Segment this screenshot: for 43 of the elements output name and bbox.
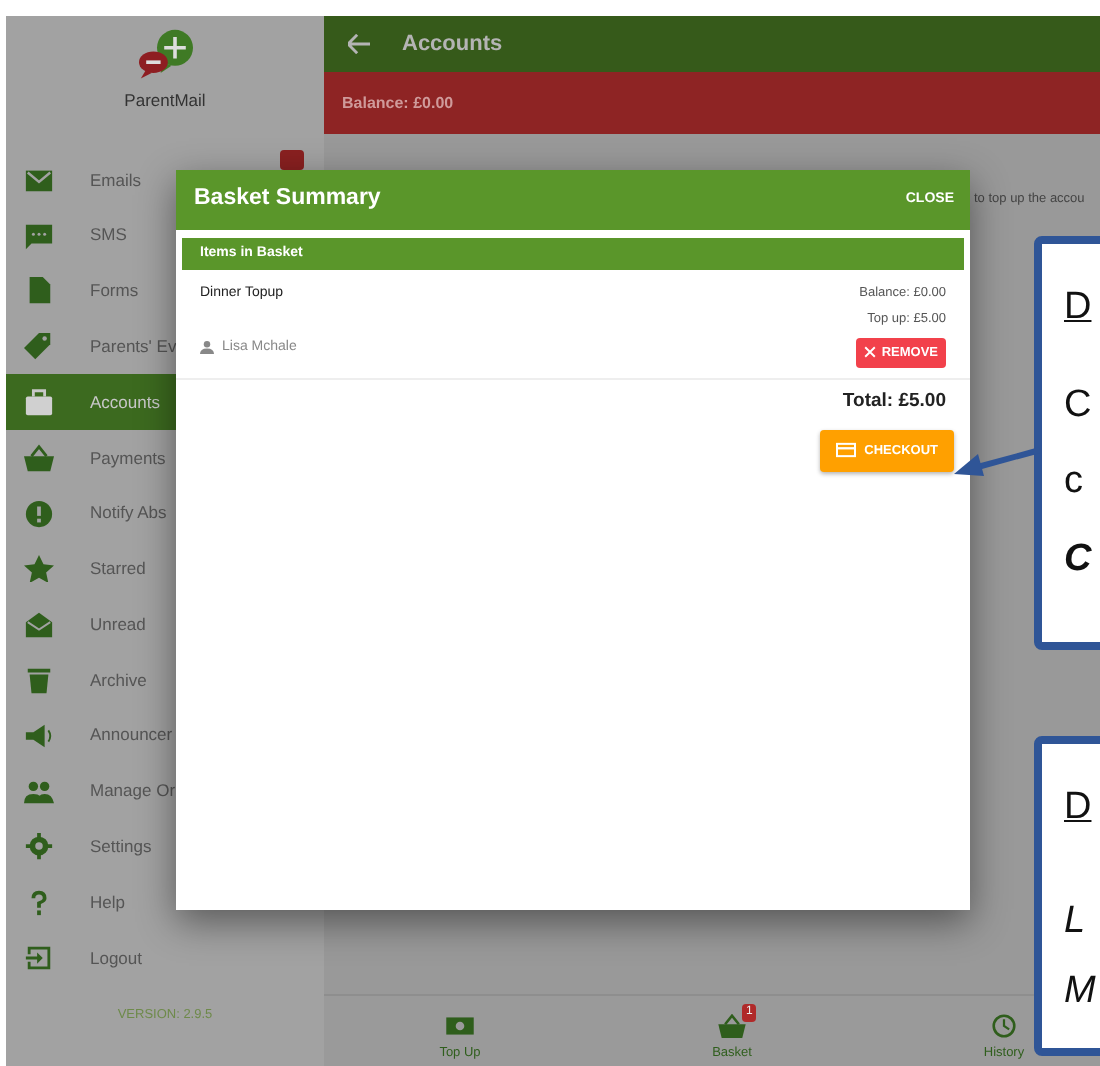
- briefcase-icon: [24, 388, 54, 417]
- callout-text: L: [1064, 902, 1086, 940]
- basket-icon: [718, 1014, 746, 1039]
- sidebar-item[interactable]: Settings: [6, 819, 324, 875]
- card-icon: [836, 442, 857, 459]
- callout-text: c: [1064, 462, 1083, 500]
- back-arrow-icon: [348, 34, 370, 54]
- star-icon: [24, 554, 54, 583]
- person-icon: [200, 340, 214, 355]
- chat-icon: [24, 221, 54, 250]
- money-icon: [446, 1014, 474, 1039]
- close-icon: [863, 346, 876, 359]
- sidebar-item[interactable]: Starred: [6, 541, 324, 597]
- page-title: Accounts: [402, 29, 503, 60]
- sidebar-item[interactable]: Unread: [6, 596, 324, 653]
- sidebar-item[interactable]: Manage Or: [6, 763, 324, 820]
- megaphone-icon: [24, 721, 54, 750]
- total-text: Total: £5.00: [840, 388, 948, 417]
- callout-text: C: [1064, 540, 1092, 578]
- balance-bar: Balance: £0.00: [324, 72, 1100, 134]
- sidebar-item[interactable]: Archive: [6, 652, 324, 708]
- trash-icon: [24, 666, 54, 695]
- people-icon: [24, 777, 54, 806]
- sidebar-item[interactable]: Payments: [6, 429, 324, 486]
- document-icon: [24, 276, 54, 305]
- tag-icon: [24, 332, 54, 361]
- modal-title: Basket Summary: [194, 184, 381, 215]
- callout-text: M: [1064, 972, 1096, 1010]
- settings-icon: [24, 832, 54, 861]
- exclamation-icon: [24, 499, 54, 528]
- sidebar-item[interactable]: Help: [6, 874, 324, 931]
- envelope-icon: [24, 165, 54, 194]
- open-envelope-icon: [24, 610, 54, 639]
- app-name: ParentMail: [124, 88, 206, 114]
- sidebar-item[interactable]: Logout: [6, 930, 324, 986]
- callout-text: C: [1064, 386, 1092, 424]
- callout-text: D: [1064, 288, 1092, 326]
- clock-icon: [990, 1014, 1018, 1039]
- sidebar-item[interactable]: Announcer: [6, 707, 324, 764]
- sidebar-item[interactable]: Notify Abs: [6, 485, 324, 542]
- callout-text: D: [1064, 788, 1092, 826]
- basket-icon: [24, 443, 54, 472]
- logout-icon: [24, 944, 54, 973]
